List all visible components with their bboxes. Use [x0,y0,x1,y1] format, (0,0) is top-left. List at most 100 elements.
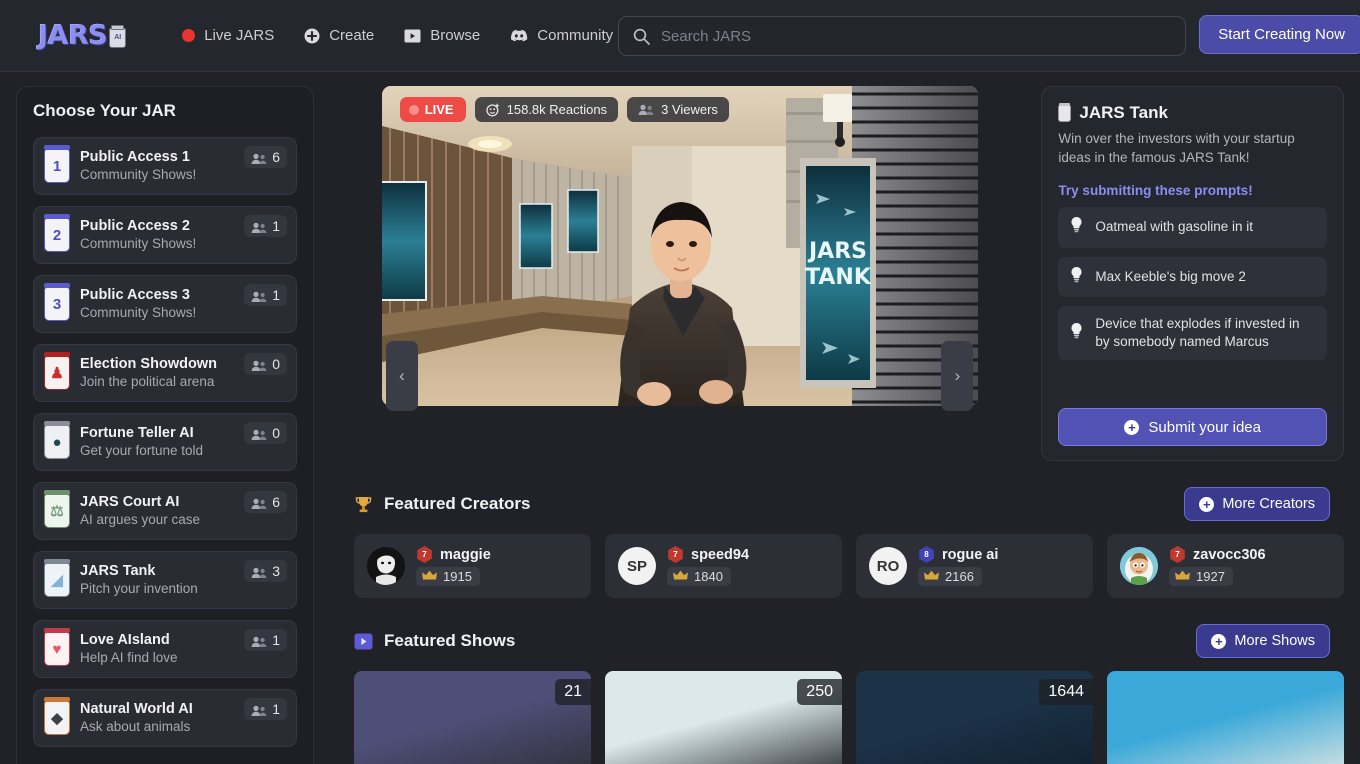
more-creators-button[interactable]: + More Creators [1184,487,1330,521]
player-column: JARS TANK LIVE 158.8k Reactions 3 Viewer… [344,86,1015,461]
creator-list: 7 maggie 1915 SP 7 speed94 1840 RO 8 rogue ai 2166… [344,534,1344,598]
jar-icon: 3 [44,283,70,321]
nav-item-create[interactable]: Create [304,27,374,44]
show-list: 21 250 1644 [344,671,1344,764]
show-card[interactable] [1107,671,1344,764]
sidebar-jar-item[interactable]: ♥ Love AIsland Help AI find love 1 [33,620,297,678]
jar-member-count: 0 [244,353,287,375]
search-input[interactable] [661,27,1171,45]
nav-item-label: Community [537,27,614,44]
search-bar[interactable] [618,16,1186,56]
people-icon [251,566,267,578]
nav-item-community[interactable]: Community [510,27,613,44]
jar-ai-icon: AI [109,24,127,48]
carousel-next-button[interactable]: › [941,341,974,411]
jar-lid [44,697,70,702]
people-icon [251,497,267,509]
crown-icon [422,569,437,584]
svg-text:JARS: JARS [807,239,867,264]
submit-idea-label: Submit your idea [1148,418,1261,436]
live-stream-player[interactable]: JARS TANK LIVE 158.8k Reactions 3 Viewer… [381,86,978,406]
panel-title: JARS Tank [1079,103,1168,122]
sidebar-jar-item[interactable]: 2 Public Access 2 Community Shows! 1 [33,206,297,264]
viewers-badge: 3 Viewers [627,97,729,122]
creator-name-row: 7 speed94 [667,546,749,563]
jars-tank-info-panel: JARS Tank Win over the investors with yo… [1041,86,1344,461]
sidebar-jar-item[interactable]: ● Fortune Teller AI Get your fortune told 0 [33,413,297,471]
plus-circle-icon [304,28,320,44]
main-content: JARS TANK LIVE 158.8k Reactions 3 Viewer… [314,72,1360,764]
nav-item-live-jars[interactable]: Live JARS [182,27,274,44]
creator-details: 7 maggie 1915 [416,546,491,586]
jar-count-value: 6 [272,494,280,510]
jar-icon: 1 [44,145,70,183]
jar-count-value: 0 [272,356,280,372]
submit-idea-button[interactable]: + Submit your idea [1058,408,1327,446]
jar-subtitle: Pitch your invention [80,581,198,597]
featured-creators-header: Featured Creators + More Creators [354,487,1344,521]
live-badge: LIVE [399,97,466,122]
prompt-text: Oatmeal with gasoline in it [1095,219,1253,235]
prompt-suggestion[interactable]: Device that explodes if invested in by s… [1058,305,1327,361]
jar-lid [44,421,70,426]
jar-subtitle: Community Shows! [80,305,197,321]
creator-name: maggie [440,546,491,563]
jar-icon: ● [44,421,70,459]
creator-card[interactable]: SP 7 speed94 1840 [605,534,842,598]
hero-row: JARS TANK LIVE 158.8k Reactions 3 Viewer… [344,86,1344,461]
app-logo[interactable]: JARS AI [38,20,127,51]
show-card[interactable]: 250 [605,671,842,764]
jar-subtitle: Help AI find love [80,650,178,666]
jar-lid [44,628,70,633]
sidebar-jar-item[interactable]: ⚖ JARS Court AI AI argues your case 6 [33,482,297,540]
crown-icon [924,569,939,584]
jar-count-value: 1 [272,632,280,648]
carousel-prev-button[interactable]: ‹ [386,341,418,411]
featured-shows-title: Featured Shows [384,631,516,650]
people-icon [251,359,267,371]
panel-description: Win over the investors with your startup… [1058,131,1295,166]
nav-item-browse[interactable]: Browse [404,27,480,44]
jar-count-value: 3 [272,563,280,579]
plus-circle-icon: + [1124,419,1140,435]
lightbulb-icon [1069,216,1084,238]
sidebar-jar-item[interactable]: 3 Public Access 3 Community Shows! 1 [33,275,297,333]
more-shows-button[interactable]: + More Shows [1196,624,1330,658]
jar-icon: ◢ [44,559,70,597]
jar-count-value: 1 [272,218,280,234]
jar-member-count: 6 [244,491,287,513]
sidebar-jar-item[interactable]: ◢ JARS Tank Pitch your invention 3 [33,551,297,609]
avatar: RO [869,547,907,585]
prompt-suggestion[interactable]: Max Keeble's big move 2 [1058,256,1327,297]
discord-icon [510,29,528,43]
creator-card[interactable]: RO 8 rogue ai 2166 [856,534,1093,598]
prompt-suggestion[interactable]: Oatmeal with gasoline in it [1058,207,1327,248]
jar-member-count: 6 [244,146,287,168]
creator-score: 1840 [667,567,731,586]
video-play-icon [404,29,421,43]
rank-badge: 7 [1170,546,1185,563]
jar-lid [44,145,70,150]
creator-details: 8 rogue ai 2166 [918,546,998,586]
jar-lid [44,490,70,495]
reactions-badge: 158.8k Reactions [474,97,619,122]
show-card[interactable]: 21 [354,671,591,764]
jar-lid [44,352,70,357]
people-icon [251,221,267,233]
show-card[interactable]: 1644 [856,671,1093,764]
jar-subtitle: Community Shows! [80,167,197,183]
show-view-count: 250 [797,679,842,705]
sidebar-jar-item[interactable]: ◆ Natural World AI Ask about animals 1 [33,689,297,747]
creator-card[interactable]: 7 maggie 1915 [354,534,591,598]
sidebar-jar-item[interactable]: ♟ Election Showdown Join the political are… [33,344,297,402]
jar-member-count: 1 [244,215,287,237]
start-creating-now-button[interactable]: Start Creating Now [1199,15,1360,54]
reactions-count: 158.8k Reactions [506,102,608,117]
creator-name: rogue ai [942,546,999,563]
live-label: LIVE [424,102,454,117]
sidebar-jar-item[interactable]: 1 Public Access 1 Community Shows! 6 [33,137,297,195]
creator-card[interactable]: 7 zavocc306 1927 [1107,534,1344,598]
plus-circle-icon: + [1199,496,1215,512]
jar-member-count: 1 [244,629,287,651]
page-body: Choose Your JAR 1 Public Access 1 Communit… [0,72,1360,764]
